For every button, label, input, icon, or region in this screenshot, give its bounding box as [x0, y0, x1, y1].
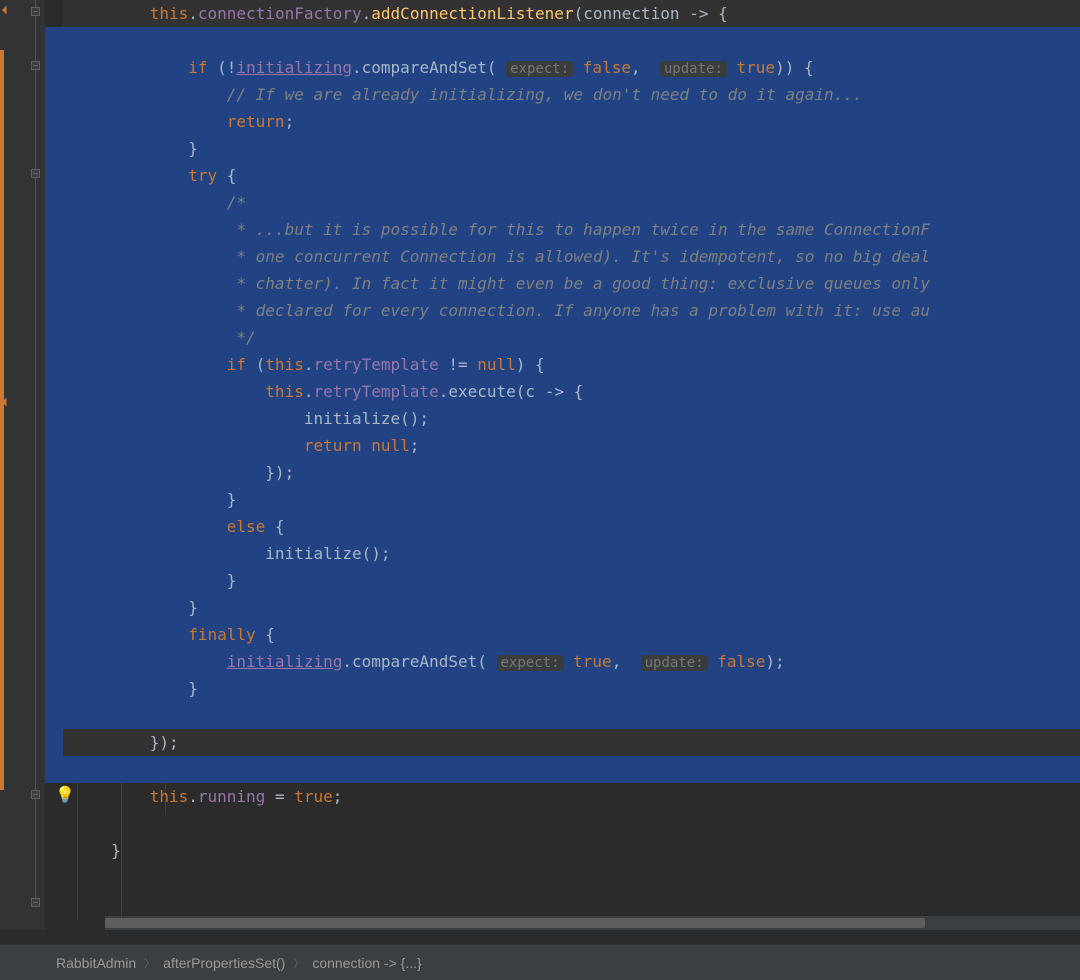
vcs-change-marker-icon: [2, 4, 8, 16]
chevron-right-icon: 〉: [144, 955, 155, 971]
code-line[interactable]: * chatter). In fact it might even be a g…: [63, 270, 1080, 297]
code-line[interactable]: }: [63, 675, 1080, 702]
vcs-selection-marker: [0, 50, 4, 790]
code-line[interactable]: this.retryTemplate.execute(c -> {: [63, 378, 1080, 405]
code-line[interactable]: if (!initializing.compareAndSet( expect:…: [63, 54, 1080, 81]
fold-guide: [35, 0, 36, 902]
code-line[interactable]: */: [63, 324, 1080, 351]
code-line[interactable]: initializing.compareAndSet( expect: true…: [63, 648, 1080, 675]
code-line[interactable]: [63, 702, 1080, 729]
code-line[interactable]: return null;: [63, 432, 1080, 459]
fold-toggle-icon[interactable]: −: [31, 61, 40, 70]
code-line[interactable]: return;: [63, 108, 1080, 135]
code-content: this.connectionFactory.addConnectionList…: [45, 0, 1080, 864]
chevron-right-icon: 〉: [293, 955, 304, 971]
code-line[interactable]: * one concurrent Connection is allowed).…: [63, 243, 1080, 270]
breadcrumb-item[interactable]: afterPropertiesSet(): [155, 953, 293, 973]
code-line[interactable]: }: [63, 594, 1080, 621]
code-line[interactable]: if (this.retryTemplate != null) {: [63, 351, 1080, 378]
horizontal-scrollbar[interactable]: [105, 916, 1080, 930]
code-line[interactable]: [63, 810, 1080, 837]
code-line[interactable]: this.connectionFactory.addConnectionList…: [63, 0, 1080, 27]
fold-toggle-icon[interactable]: −: [31, 169, 40, 178]
code-line[interactable]: });: [63, 459, 1080, 486]
code-line[interactable]: * ...but it is possible for this to happ…: [63, 216, 1080, 243]
code-line[interactable]: /*: [63, 189, 1080, 216]
breadcrumb: RabbitAdmin 〉 afterPropertiesSet() 〉 con…: [0, 944, 1080, 980]
code-line[interactable]: [63, 756, 1080, 783]
code-line[interactable]: this.running = true;: [63, 783, 1080, 810]
code-line[interactable]: finally {: [63, 621, 1080, 648]
fold-toggle-icon[interactable]: −: [31, 898, 40, 907]
breadcrumb-item[interactable]: RabbitAdmin: [48, 953, 144, 973]
code-line[interactable]: initialize();: [63, 540, 1080, 567]
code-line[interactable]: }: [63, 837, 1080, 864]
editor[interactable]: − − − − − 💡 this.connectionFactory.addCo…: [0, 0, 1080, 930]
code-line[interactable]: * declared for every connection. If anyo…: [63, 297, 1080, 324]
code-line[interactable]: try {: [63, 162, 1080, 189]
fold-toggle-icon[interactable]: −: [31, 7, 40, 16]
code-line[interactable]: }: [63, 567, 1080, 594]
code-line[interactable]: }: [63, 135, 1080, 162]
breadcrumb-item[interactable]: connection -> {...}: [304, 953, 429, 973]
code-line[interactable]: [63, 27, 1080, 54]
code-line[interactable]: initialize();: [63, 405, 1080, 432]
gutter[interactable]: − − − − −: [0, 0, 45, 930]
scrollbar-thumb[interactable]: [105, 918, 925, 928]
code-line[interactable]: // If we are already initializing, we do…: [63, 81, 1080, 108]
code-line[interactable]: else {: [63, 513, 1080, 540]
code-line[interactable]: }: [63, 486, 1080, 513]
fold-toggle-icon[interactable]: −: [31, 790, 40, 799]
code-area[interactable]: this.connectionFactory.addConnectionList…: [45, 0, 1080, 930]
code-line[interactable]: });: [63, 729, 1080, 756]
